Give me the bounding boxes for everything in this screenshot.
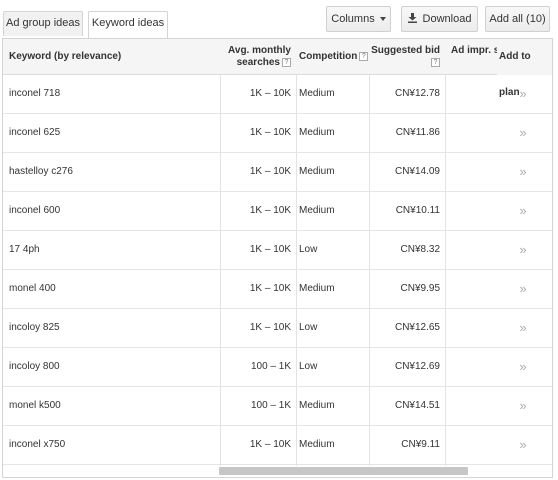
avg-searches-cell: 1K – 10K: [249, 127, 291, 138]
keyword-cell: inconel 625: [9, 127, 61, 138]
columns-button[interactable]: Columns: [326, 6, 391, 32]
keyword-cell: monel 400: [9, 283, 56, 294]
add-to-plan-icon[interactable]: »: [513, 426, 533, 464]
table-body: inconel 718 1K – 10K Medium CN¥12.78» incone…: [3, 75, 552, 465]
avg-searches-cell: 100 – 1K: [250, 400, 291, 411]
competition-cell: Low: [299, 361, 318, 372]
keyword-table: Keyword (by relevance) Avg. monthly sear…: [2, 38, 553, 478]
suggested-bid-cell: CN¥14.51: [394, 400, 440, 411]
avg-searches-cell: 1K – 10K: [249, 322, 291, 333]
table-row: inconel 625 1K – 10K Medium CN¥11.86 »: [3, 114, 552, 153]
keyword-cell: hastelloy c276: [9, 166, 73, 177]
header-add-to-plan: Add to plan: [497, 39, 552, 98]
competition-cell: Medium: [299, 400, 335, 411]
header-bid-label: Suggested bid: [371, 45, 440, 56]
table-row: inconel 718 1K – 10K Medium CN¥12.78 »: [3, 75, 552, 114]
competition-cell: Medium: [299, 127, 335, 138]
add-all-button[interactable]: Add all (10): [485, 6, 550, 32]
table-row: monel 400 1K – 10K Medium CN¥9.95 »: [3, 270, 552, 309]
add-to-plan-icon[interactable]: »: [513, 348, 533, 386]
columns-label: Columns: [331, 13, 375, 25]
help-icon[interactable]: ?: [431, 57, 440, 67]
add-to-plan-icon[interactable]: »: [513, 270, 533, 308]
add-to-plan-icon[interactable]: »: [513, 75, 533, 113]
tab-ad-group-ideas[interactable]: Ad group ideas: [3, 11, 83, 36]
suggested-bid-cell: CN¥12.69: [394, 361, 440, 372]
table-row: incoloy 825 1K – 10K Low CN¥12.65 »: [3, 309, 552, 348]
table-row: hastelloy c276 1K – 10K Medium CN¥14.09 »: [3, 153, 552, 192]
avg-searches-cell: 1K – 10K: [249, 244, 291, 255]
add-to-plan-icon[interactable]: »: [513, 387, 533, 425]
toolbar: Ad group ideas Keyword ideas Columns Dow…: [0, 0, 558, 40]
download-button[interactable]: Download: [401, 6, 478, 32]
keyword-cell: inconel x750: [9, 439, 66, 450]
suggested-bid-cell: CN¥9.95: [400, 283, 440, 294]
competition-cell: Medium: [299, 283, 335, 294]
download-label: Download: [422, 13, 472, 25]
competition-cell: Medium: [299, 439, 335, 450]
competition-cell: Medium: [299, 166, 335, 177]
add-to-plan-icon[interactable]: »: [513, 309, 533, 347]
avg-searches-cell: 100 – 1K: [250, 361, 291, 372]
keyword-cell: incoloy 800: [9, 361, 60, 372]
table-row: inconel 600 1K – 10K Medium CN¥10.11 »: [3, 192, 552, 231]
suggested-bid-cell: CN¥10.11: [395, 205, 440, 216]
avg-searches-cell: 1K – 10K: [249, 88, 291, 99]
keyword-cell: inconel 600: [9, 205, 61, 216]
header-avg-line2: searches: [236, 57, 280, 68]
keyword-cell: incoloy 825: [9, 322, 60, 333]
table-row: monel k500 100 – 1K Medium CN¥14.51 »: [3, 387, 552, 426]
table-header: Keyword (by relevance) Avg. monthly sear…: [3, 39, 552, 98]
suggested-bid-cell: CN¥12.65: [394, 322, 440, 333]
competition-cell: Medium: [299, 88, 335, 99]
suggested-bid-cell: CN¥8.32: [400, 244, 440, 255]
suggested-bid-cell: CN¥9.11: [401, 439, 440, 450]
add-to-plan-icon[interactable]: »: [513, 114, 533, 152]
table-row: 17 4ph 1K – 10K Low CN¥8.32 »: [3, 231, 552, 270]
header-competition[interactable]: Competition?: [299, 39, 369, 75]
help-icon[interactable]: ?: [282, 57, 291, 67]
avg-searches-cell: 1K – 10K: [249, 205, 291, 216]
keyword-cell: 17 4ph: [9, 244, 40, 255]
header-competition-label: Competition: [299, 51, 358, 62]
header-keyword[interactable]: Keyword (by relevance): [9, 39, 121, 75]
suggested-bid-cell: CN¥12.78: [394, 88, 440, 99]
avg-searches-cell: 1K – 10K: [249, 283, 291, 294]
suggested-bid-cell: CN¥11.86: [395, 127, 440, 138]
download-icon: [407, 13, 417, 23]
add-to-plan-icon[interactable]: »: [513, 231, 533, 269]
competition-cell: Medium: [299, 205, 335, 216]
table-row: inconel x750 1K – 10K Medium CN¥9.11 »: [3, 426, 552, 465]
keyword-cell: inconel 718: [9, 88, 61, 99]
competition-cell: Low: [299, 244, 318, 255]
keyword-cell: monel k500: [9, 400, 61, 411]
header-avg-line1: Avg. monthly: [228, 45, 291, 56]
help-icon[interactable]: ?: [359, 51, 369, 61]
suggested-bid-cell: CN¥14.09: [394, 166, 440, 177]
scrollbar-thumb[interactable]: [219, 467, 468, 475]
competition-cell: Low: [299, 322, 318, 333]
add-to-plan-icon[interactable]: »: [513, 153, 533, 191]
tab-keyword-ideas[interactable]: Keyword ideas: [88, 11, 168, 38]
add-to-plan-icon[interactable]: »: [513, 192, 533, 230]
table-row: incoloy 800 100 – 1K Low CN¥12.69 »: [3, 348, 552, 387]
caret-down-icon: [379, 17, 386, 22]
avg-searches-cell: 1K – 10K: [249, 439, 291, 450]
avg-searches-cell: 1K – 10K: [249, 166, 291, 177]
